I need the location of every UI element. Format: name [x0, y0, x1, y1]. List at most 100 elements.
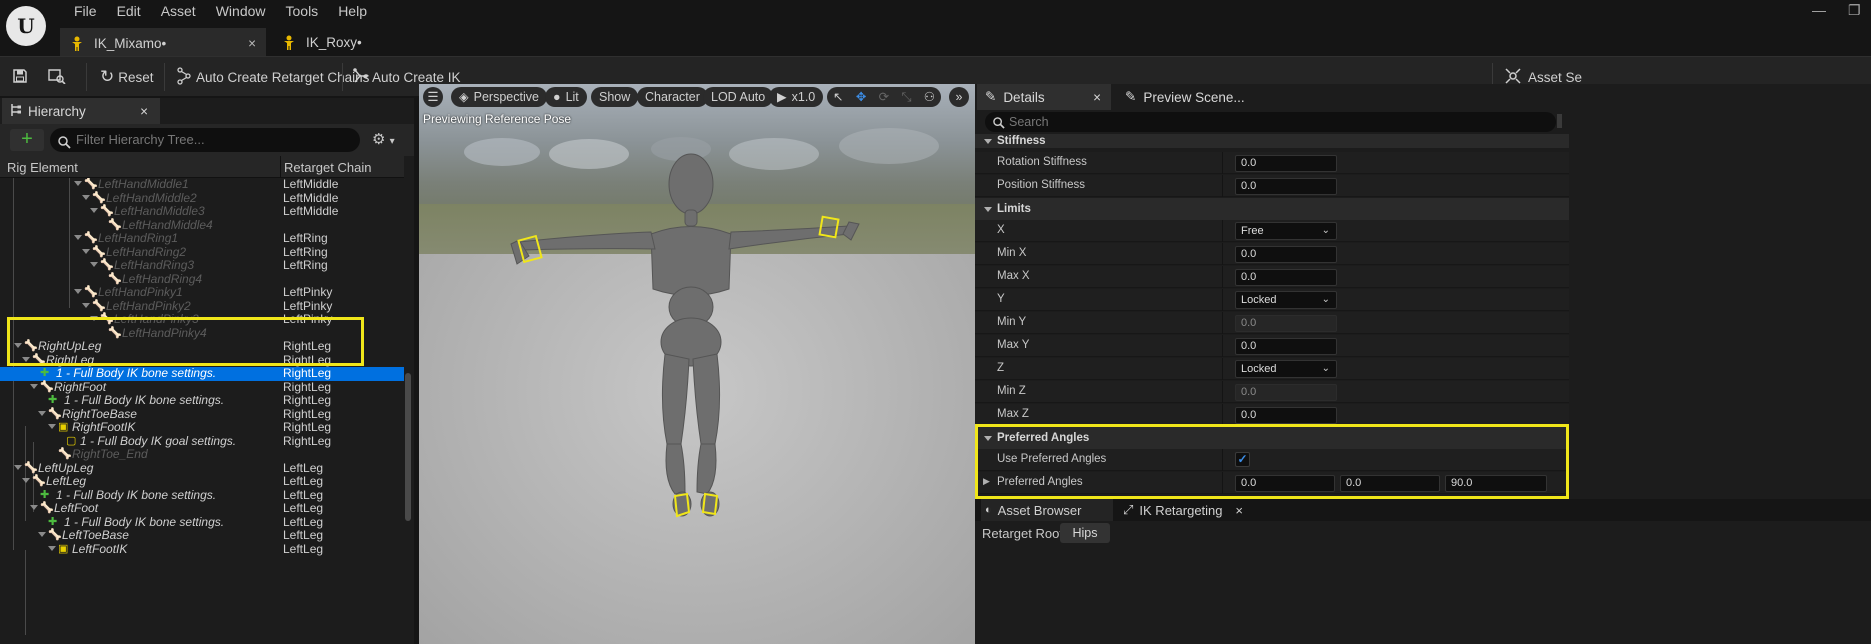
tree-row[interactable]: 🦴 LeftHandMiddle4 [0, 218, 404, 233]
column-separator[interactable] [1222, 289, 1223, 311]
tree-row[interactable]: 🦴 LeftHandPinky2 LeftPinky [0, 299, 404, 314]
expand-arrow-icon[interactable] [30, 505, 38, 510]
expand-arrow-icon[interactable] [90, 208, 98, 213]
column-separator[interactable] [1222, 175, 1223, 197]
expand-arrow-icon[interactable] [90, 262, 98, 267]
x-limit-dropdown[interactable]: Free ⌄ [1235, 222, 1337, 240]
close-icon[interactable]: × [1093, 90, 1101, 105]
expand-arrow-icon[interactable] [74, 289, 82, 294]
tab-details[interactable]: ✎ Details × [977, 84, 1111, 110]
column-separator[interactable] [1222, 381, 1223, 403]
tab-ik-retargeting[interactable]: ⤢ IK Retargeting × [1117, 499, 1249, 521]
expand-arrow-icon[interactable] [38, 532, 46, 537]
translate-icon[interactable]: ✥ [856, 87, 866, 107]
save-button[interactable] [12, 57, 28, 97]
max-x-field[interactable]: 0.0 [1235, 269, 1337, 286]
column-separator[interactable] [280, 156, 281, 178]
max-y-field[interactable]: 0.0 [1235, 338, 1337, 355]
expand-arrow-icon[interactable] [14, 464, 22, 470]
y-limit-dropdown[interactable]: Locked ⌄ [1235, 291, 1337, 309]
menu-file[interactable]: File [64, 0, 107, 24]
tree-row[interactable]: 🦴 LeftHandRing3 LeftRing [0, 259, 404, 273]
viewport-more-button[interactable]: » [949, 87, 969, 107]
column-separator[interactable] [1222, 404, 1223, 426]
tree-row[interactable]: ▣ RightFootIK RightLeg [0, 421, 404, 435]
tree-row[interactable]: ✚ 1 - Full Body IK bone settings. RightL… [0, 394, 404, 408]
tab-asset-browser[interactable]: ◐ Asset Browser [981, 499, 1113, 521]
tree-row[interactable]: 🦴 LeftToeBase LeftLeg [0, 529, 404, 543]
tree-row[interactable]: 🦴 LeftHandMiddle2 LeftMiddle [0, 191, 404, 206]
column-separator[interactable] [1222, 335, 1223, 357]
reset-button[interactable]: ↻ Reset [100, 57, 154, 97]
expand-arrow-icon[interactable] [82, 194, 90, 200]
position-stiffness-field[interactable]: 0.0 [1235, 178, 1337, 195]
menu-edit[interactable]: Edit [107, 0, 151, 24]
menu-help[interactable]: Help [328, 0, 377, 24]
column-separator[interactable] [1222, 243, 1223, 265]
column-separator[interactable] [1222, 220, 1223, 242]
tree-row[interactable]: ✚ 1 - Full Body IK bone settings. LeftLe… [0, 488, 404, 503]
expand-arrow-icon[interactable] [22, 478, 30, 483]
add-element-button[interactable]: + [10, 129, 44, 151]
min-z-field[interactable]: 0.0 [1235, 384, 1337, 401]
tree-row[interactable]: 🦴 LeftHandRing1 LeftRing [0, 232, 404, 246]
skeleton-icon[interactable]: ⚇ [924, 87, 935, 107]
expand-arrow-icon[interactable] [82, 248, 90, 254]
col-rig-element[interactable]: Rig Element [7, 160, 78, 175]
lit-button[interactable]: ● Lit [545, 87, 587, 107]
auto-create-retarget-chains-button[interactable]: Auto Create Retarget Chains [176, 57, 369, 97]
tree-row[interactable]: 🦴 RightToeBase RightLeg [0, 407, 404, 422]
show-button[interactable]: Show [591, 87, 639, 107]
menu-asset[interactable]: Asset [151, 0, 206, 24]
max-z-field[interactable]: 0.0 [1235, 407, 1337, 424]
min-y-field[interactable]: 0.0 [1235, 315, 1337, 332]
unreal-logo-icon[interactable]: U [6, 6, 46, 46]
tree-row[interactable]: 🦴 LeftLeg LeftLeg [0, 475, 404, 489]
details-scrollbar[interactable] [1557, 114, 1562, 128]
browse-button[interactable] [48, 57, 66, 97]
close-icon[interactable]: × [248, 36, 256, 51]
minimize-button[interactable]: — [1812, 2, 1826, 18]
expand-arrow-icon[interactable] [30, 383, 38, 389]
section-limits[interactable]: Limits [975, 198, 1569, 220]
tree-row[interactable]: ✚ 1 - Full Body IK bone settings. LeftLe… [0, 515, 404, 530]
expand-arrow-icon[interactable] [74, 181, 82, 186]
close-icon[interactable]: × [1235, 503, 1243, 518]
tree-row[interactable]: 🦴 LeftHandRing4 [0, 272, 404, 287]
menu-window[interactable]: Window [206, 0, 276, 24]
tree-row[interactable]: 🦴 LeftHandPinky1 LeftPinky [0, 286, 404, 300]
expand-arrow-icon[interactable] [74, 235, 82, 240]
viewport-menu-button[interactable]: ☰ [423, 87, 443, 107]
play-speed-button[interactable]: ▶ x1.0 [769, 87, 824, 107]
z-limit-dropdown[interactable]: Locked ⌄ [1235, 360, 1337, 378]
tree-row[interactable]: 🦴 LeftFoot LeftLeg [0, 502, 404, 516]
tree-row[interactable]: 🦴 RightToe_End [0, 448, 404, 462]
character-button[interactable]: Character [637, 87, 708, 107]
tree-row-selected[interactable]: ✚ 1 - Full Body IK bone settings. RightL… [0, 367, 404, 381]
expand-arrow-icon[interactable] [38, 410, 46, 416]
lod-button[interactable]: LOD Auto [703, 87, 774, 107]
retarget-root-button[interactable]: Hips [1060, 523, 1110, 543]
menu-tools[interactable]: Tools [276, 0, 329, 24]
expand-arrow-icon[interactable] [82, 302, 90, 308]
rotate-icon[interactable]: ⟳ [879, 87, 889, 107]
tab-ik-roxy[interactable]: IK_Roxy• [272, 28, 402, 56]
column-separator[interactable] [1222, 312, 1223, 334]
hierarchy-scrollbar[interactable] [405, 373, 411, 521]
viewport[interactable]: ☰ ◈ Perspective ● Lit Show Character LOD A… [419, 84, 975, 644]
rotation-stiffness-field[interactable]: 0.0 [1235, 155, 1337, 172]
tab-preview-scene[interactable]: ✎ Preview Scene... [1119, 84, 1245, 110]
tree-row[interactable]: 🦴 RightFoot RightLeg [0, 380, 404, 395]
scale-icon[interactable]: ⤡ [901, 87, 911, 107]
tab-ik-mixamo[interactable]: IK_Mixamo• × [60, 28, 266, 56]
restore-button[interactable]: ❐ [1848, 2, 1861, 19]
tree-row[interactable]: ▢ 1 - Full Body IK goal settings. RightL… [0, 434, 404, 449]
details-search-input[interactable]: Search [985, 112, 1556, 132]
tree-row[interactable]: 🦴 LeftUpLeg LeftLeg [0, 461, 404, 476]
select-cursor-icon[interactable]: ↖ [833, 87, 843, 107]
tree-row[interactable]: 🦴 LeftHandRing2 LeftRing [0, 245, 404, 260]
column-separator[interactable] [1222, 266, 1223, 288]
settings-gear-icon[interactable]: ⚙ ▾ [372, 130, 395, 148]
perspective-button[interactable]: ◈ Perspective [451, 87, 547, 107]
expand-arrow-icon[interactable] [48, 424, 56, 429]
